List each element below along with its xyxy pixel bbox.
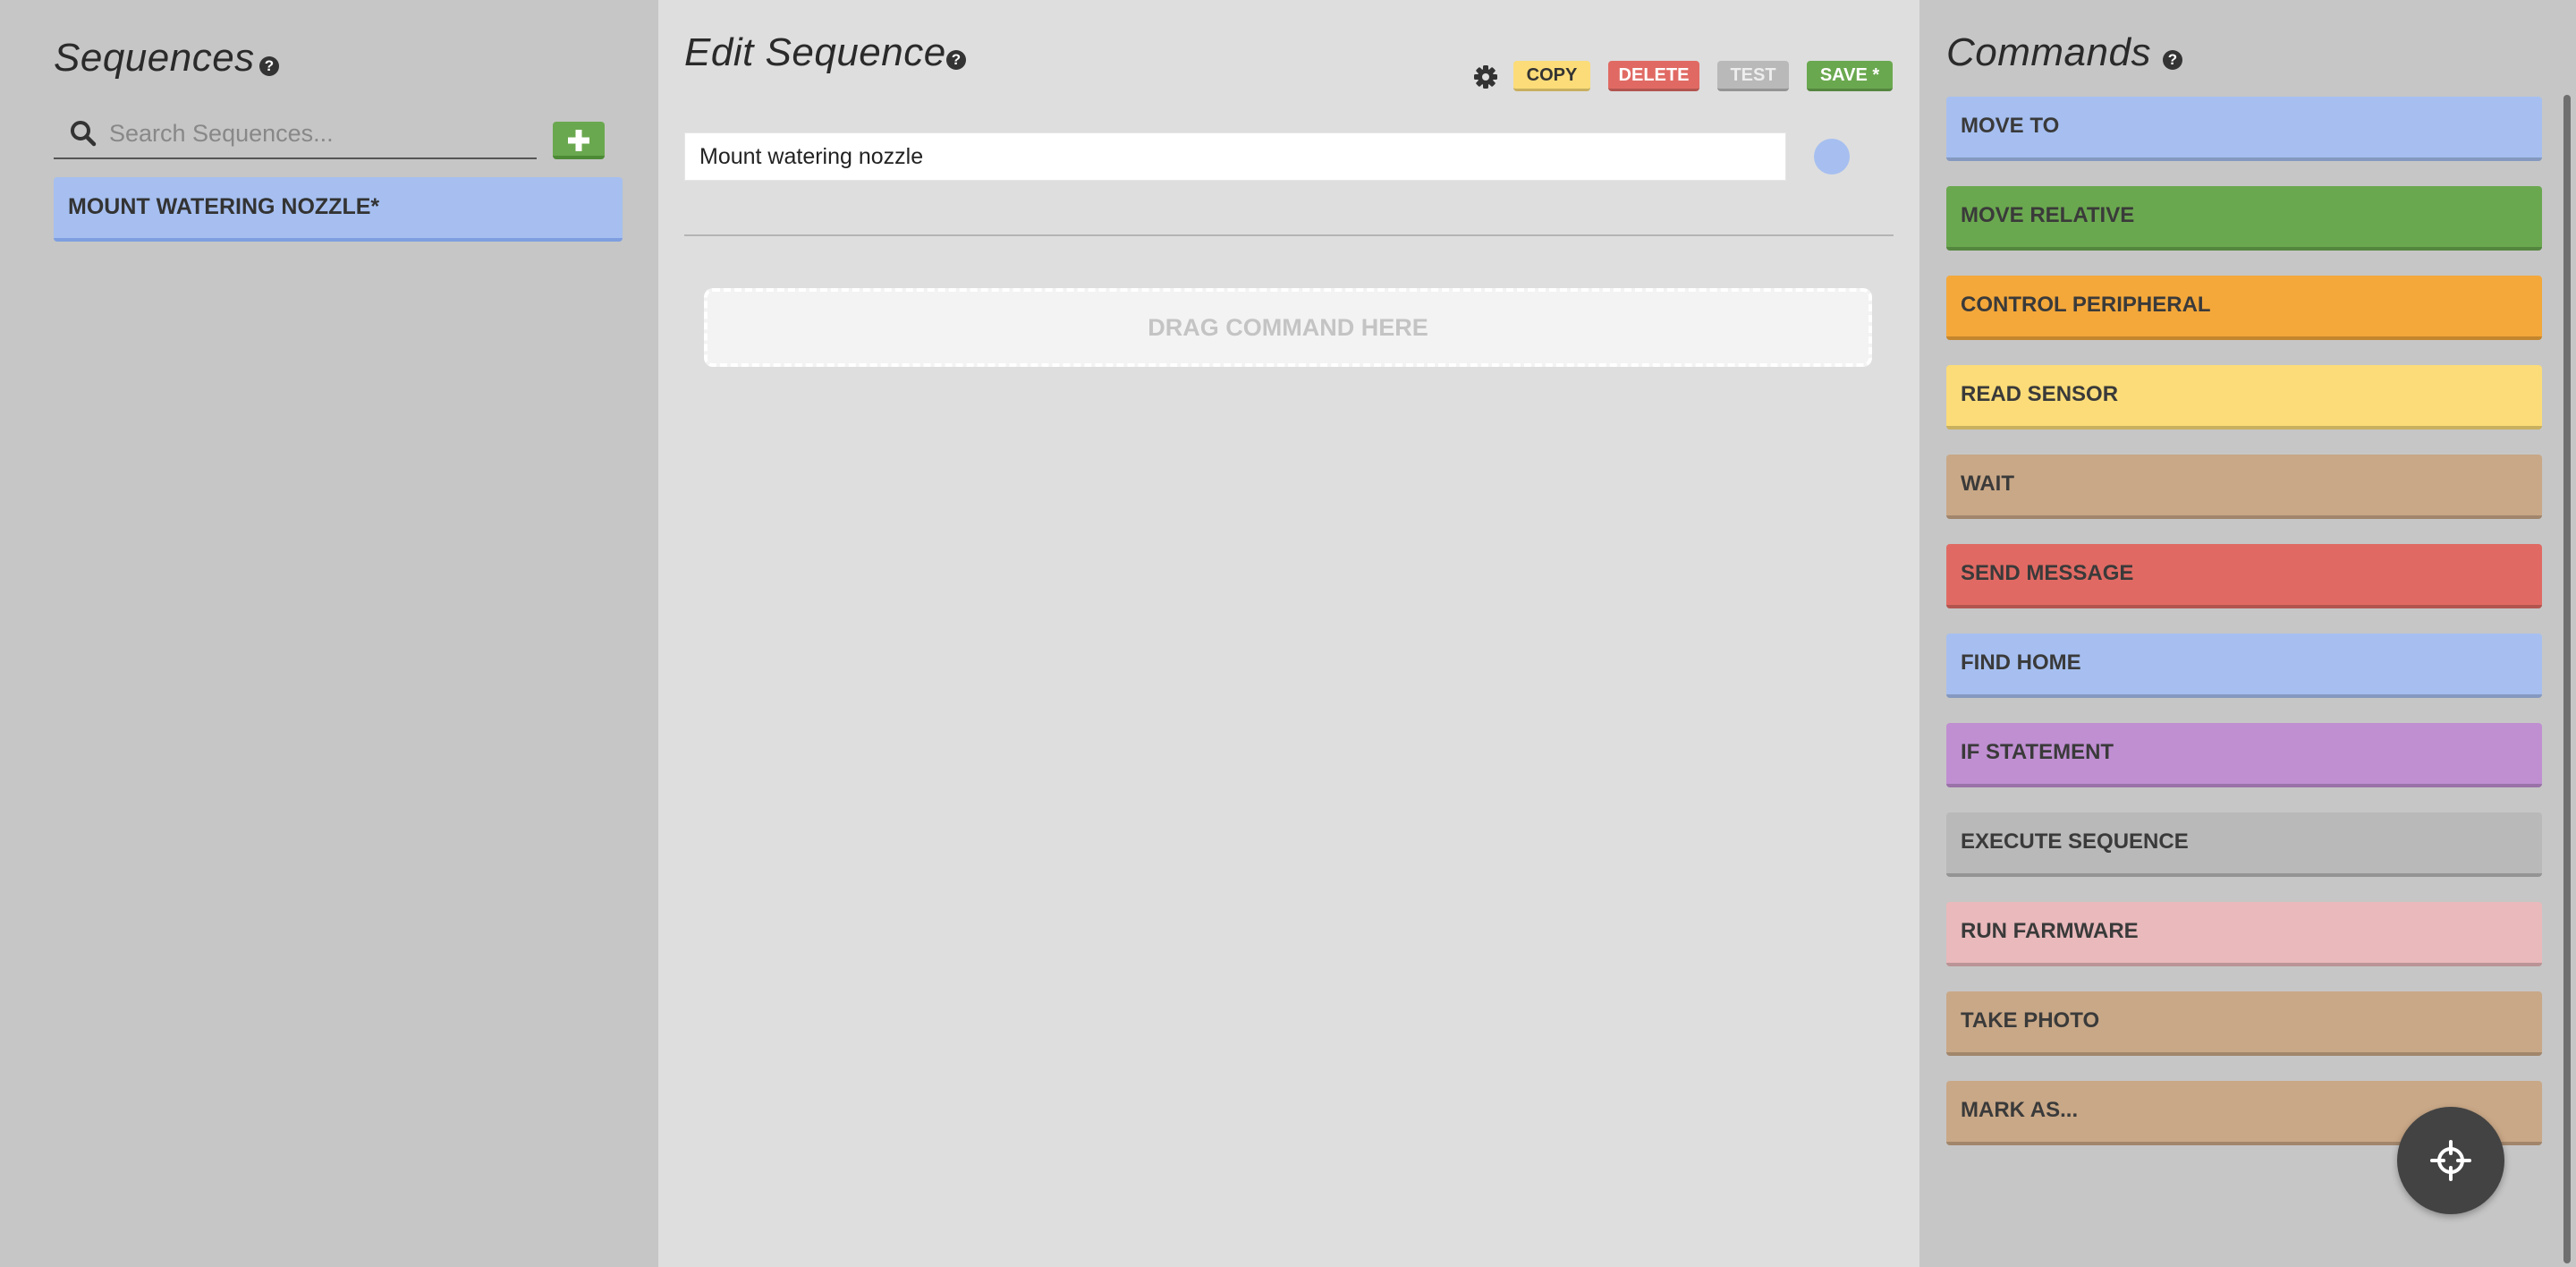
command-control-peripheral[interactable]: CONTROL PERIPHERAL bbox=[1946, 276, 2542, 340]
save-button[interactable]: SAVE * bbox=[1807, 61, 1893, 91]
sequence-list-item[interactable]: MOUNT WATERING NOZZLE* bbox=[54, 177, 623, 242]
delete-button[interactable]: DELETE bbox=[1608, 61, 1699, 91]
gear-icon[interactable] bbox=[1473, 64, 1498, 89]
command-wait[interactable]: WAIT bbox=[1946, 455, 2542, 519]
controls-fab-button[interactable] bbox=[2397, 1107, 2504, 1214]
scrollbar[interactable] bbox=[2563, 95, 2571, 1263]
crosshair-icon bbox=[2430, 1140, 2471, 1181]
test-button[interactable]: TEST bbox=[1717, 61, 1789, 91]
editor-help-icon[interactable]: ? bbox=[946, 50, 966, 70]
sequence-name-input[interactable] bbox=[684, 132, 1786, 181]
command-run-farmware[interactable]: RUN FARMWARE bbox=[1946, 902, 2542, 966]
sequences-panel: Sequences ? MOUNT WATERING NOZZLE* bbox=[0, 0, 658, 1267]
command-dropzone[interactable]: DRAG COMMAND HERE bbox=[704, 288, 1872, 367]
copy-button[interactable]: COPY bbox=[1513, 61, 1590, 91]
sequences-help-icon[interactable]: ? bbox=[259, 56, 279, 76]
add-sequence-button[interactable] bbox=[553, 122, 605, 159]
sequence-color-picker[interactable] bbox=[1814, 139, 1850, 174]
editor-panel bbox=[658, 0, 1919, 1267]
command-move-to[interactable]: MOVE TO bbox=[1946, 97, 2542, 161]
command-execute-sequence[interactable]: EXECUTE SEQUENCE bbox=[1946, 812, 2542, 877]
search-box bbox=[54, 107, 537, 159]
search-input[interactable] bbox=[107, 115, 522, 152]
commands-title: Commands bbox=[1946, 30, 2151, 74]
command-take-photo[interactable]: TAKE PHOTO bbox=[1946, 991, 2542, 1056]
command-if-statement[interactable]: IF STATEMENT bbox=[1946, 723, 2542, 787]
divider bbox=[684, 234, 1894, 236]
editor-title: Edit Sequence bbox=[684, 30, 946, 74]
command-read-sensor[interactable]: READ SENSOR bbox=[1946, 365, 2542, 429]
plus-icon bbox=[568, 130, 589, 151]
command-find-home[interactable]: FIND HOME bbox=[1946, 634, 2542, 698]
command-move-relative[interactable]: MOVE RELATIVE bbox=[1946, 186, 2542, 251]
sequences-title: Sequences bbox=[54, 36, 255, 80]
search-icon bbox=[71, 121, 97, 147]
command-send-message[interactable]: SEND MESSAGE bbox=[1946, 544, 2542, 608]
commands-help-icon[interactable]: ? bbox=[2163, 50, 2182, 70]
